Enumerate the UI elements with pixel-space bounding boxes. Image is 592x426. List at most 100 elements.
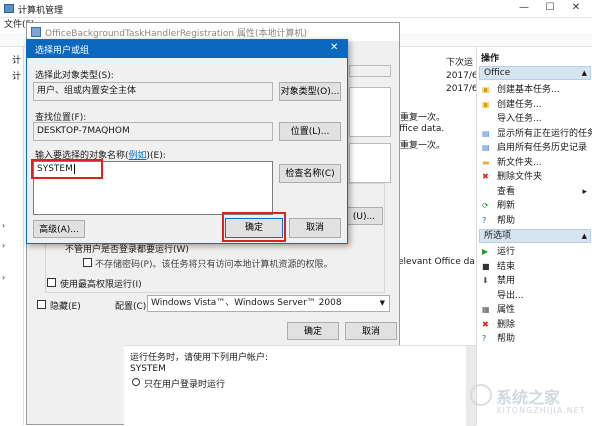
select-user-title: 选择用户或组	[35, 46, 90, 56]
action-label: 新文件夹...	[497, 157, 542, 168]
watermark: 系统之家 XITONGZHIJIA.NET	[470, 380, 590, 420]
collapse-up-icon[interactable]: ▲	[582, 230, 587, 242]
bg-field	[349, 65, 391, 77]
highest-privileges-checkbox[interactable]	[47, 278, 56, 287]
action-label: 查看	[497, 186, 516, 197]
help-icon: ?	[482, 215, 487, 225]
actions-header: 操作	[481, 54, 500, 64]
examples-link[interactable]: 例如	[129, 151, 147, 161]
watermark-text: 系统之家	[496, 388, 561, 407]
properties-title: OfficeBackgroundTaskHandlerRegistration …	[45, 29, 307, 39]
desc-fragment: 重复一次。	[400, 141, 446, 151]
column-header[interactable]: 下次运	[446, 55, 473, 68]
chevron-down-icon: ▼	[379, 299, 385, 307]
location-field: DESKTOP-7MAQHOM	[33, 122, 273, 141]
action-label: 显示所有正在运行的任务	[497, 128, 592, 139]
desc-fragment: elevant Office da	[398, 257, 475, 267]
bg-field	[349, 143, 391, 183]
expand-arrow-icon[interactable]: ›	[2, 273, 5, 282]
action-label: 创建基本任务...	[497, 85, 560, 95]
action-label: 导入任务...	[497, 114, 542, 124]
config-select[interactable]: Windows Vista™、Windows Server™ 2008 ▼	[147, 295, 390, 312]
config-label: 配置(C):	[115, 302, 150, 312]
properties-cancel-button[interactable]: 取消	[345, 322, 397, 340]
collapse-up-icon[interactable]: ▲	[582, 67, 587, 79]
watermark-url: XITONGZHIJIA.NET	[496, 406, 586, 415]
actions-panel: 操作 Office ▲ ▣ 创建基本任务... ▣ 创建任务... 导入任务... ▤ 显示…	[476, 47, 592, 425]
no-store-password-checkbox[interactable]	[83, 258, 92, 267]
blank-icon	[482, 291, 492, 301]
action-selected-6[interactable]: ? 帮助	[477, 331, 592, 347]
object-type-field: 用户、组或内置安全主体	[33, 82, 273, 101]
hidden-label: 隐藏(E)	[50, 302, 81, 312]
highlight-names-box	[31, 159, 103, 179]
computer-mgmt-icon	[4, 4, 14, 13]
highlight-ok-box	[222, 212, 286, 242]
delete-x-icon: ✖	[482, 172, 489, 181]
bg-field	[349, 87, 391, 137]
action-label: 删除	[497, 319, 516, 330]
end-icon: ■	[482, 261, 490, 271]
history-icon: ▤	[482, 143, 490, 152]
action-label: 刷新	[497, 201, 516, 211]
close-icon[interactable]: ✕	[330, 42, 338, 53]
create-icon: ▣	[482, 99, 490, 109]
run-as-value: SYSTEM	[130, 364, 166, 374]
no-store-password-label: 不存储密码(P)。该任务将只有访问本地计算机资源的权限。	[95, 260, 333, 270]
blank-icon	[482, 114, 492, 124]
close-button[interactable]: ✕	[564, 0, 588, 16]
disable-icon: ⬇	[482, 276, 489, 285]
action-label: 运行	[497, 247, 516, 257]
create-task-icon: ▣	[482, 85, 490, 94]
maximize-button[interactable]: ☐	[538, 0, 562, 16]
tree-item-fragment[interactable]: 计	[12, 69, 21, 82]
watermark-logo-icon	[470, 384, 492, 406]
action-label: 禁用	[497, 276, 516, 286]
select-user-dialog: 选择用户或组 ✕ 选择此对象类型(S): 用户、组或内置安全主体 对象类型(O)…	[26, 39, 348, 244]
action-label: 启用所有任务历史记录	[497, 143, 588, 153]
expand-arrow-icon[interactable]: ›	[2, 221, 5, 230]
action-label: 结束	[497, 261, 516, 272]
cell-value: 2017/6	[446, 84, 478, 94]
section-office-items: ▣ 创建基本任务... ▣ 创建任务... 导入任务... ▤ 显示所有正在运行的任务 ▤ 启用…	[477, 82, 592, 242]
refresh-icon: ⟳	[482, 201, 489, 210]
action-label: 帮助	[497, 334, 516, 344]
tree-item-fragment[interactable]: 计	[12, 53, 21, 66]
highest-privileges-label: 使用最高权限运行(I)	[60, 280, 142, 290]
advanced-button[interactable]: 高级(A)...	[33, 220, 85, 238]
object-types-button[interactable]: 对象类型(O)...	[279, 82, 341, 101]
config-select-value: Windows Vista™、Windows Server™ 2008	[151, 298, 342, 308]
running-tasks-icon: ▤	[482, 128, 490, 138]
delete-x-icon: ✖	[482, 319, 489, 329]
locations-button[interactable]: 位置(L)...	[279, 122, 341, 141]
section-office[interactable]: Office ▲	[479, 66, 591, 80]
radio-logged-on[interactable]	[132, 378, 140, 386]
section-office-title: Office	[484, 68, 511, 78]
action-label: 帮助	[497, 215, 516, 226]
select-user-cancel-button[interactable]: 取消	[289, 218, 341, 238]
left-tree: 计 计 › › ›	[0, 47, 24, 425]
action-label: 导出...	[497, 290, 524, 301]
radio-logged-on-label: 只在用户登录时运行	[144, 380, 226, 390]
select-user-title-bar: 选择用户或组 ✕	[27, 40, 347, 58]
task-icon	[31, 27, 41, 37]
properties-ok-button[interactable]: 确定	[287, 322, 339, 340]
cell-value: 2017/6	[446, 71, 478, 81]
action-label: 删除文件夹	[497, 172, 543, 182]
expand-arrow-icon[interactable]: ›	[2, 241, 5, 250]
section-selected[interactable]: 所选项 ▲	[479, 229, 591, 243]
action-office-9[interactable]: ? 帮助	[477, 213, 592, 229]
minimize-button[interactable]: —	[512, 0, 536, 16]
action-label: 属性	[497, 305, 516, 315]
desc-fragment: 重复一次。	[400, 113, 446, 123]
main-window-title: 计算机管理	[18, 6, 64, 16]
action-label: 创建任务...	[497, 99, 542, 110]
run-as-panel: 运行任务时，请使用下列用户帐户: SYSTEM 只在用户登录时运行	[124, 345, 476, 426]
blank-icon	[482, 187, 492, 197]
check-names-button[interactable]: 检查名称(C)	[279, 164, 341, 183]
folder-icon: ▬	[482, 157, 490, 167]
help-icon: ?	[482, 334, 487, 343]
hidden-checkbox[interactable]	[37, 300, 46, 309]
main-title-bar: 计算机管理 — ☐ ✕	[0, 0, 592, 18]
section-selected-title: 所选项	[484, 231, 512, 241]
